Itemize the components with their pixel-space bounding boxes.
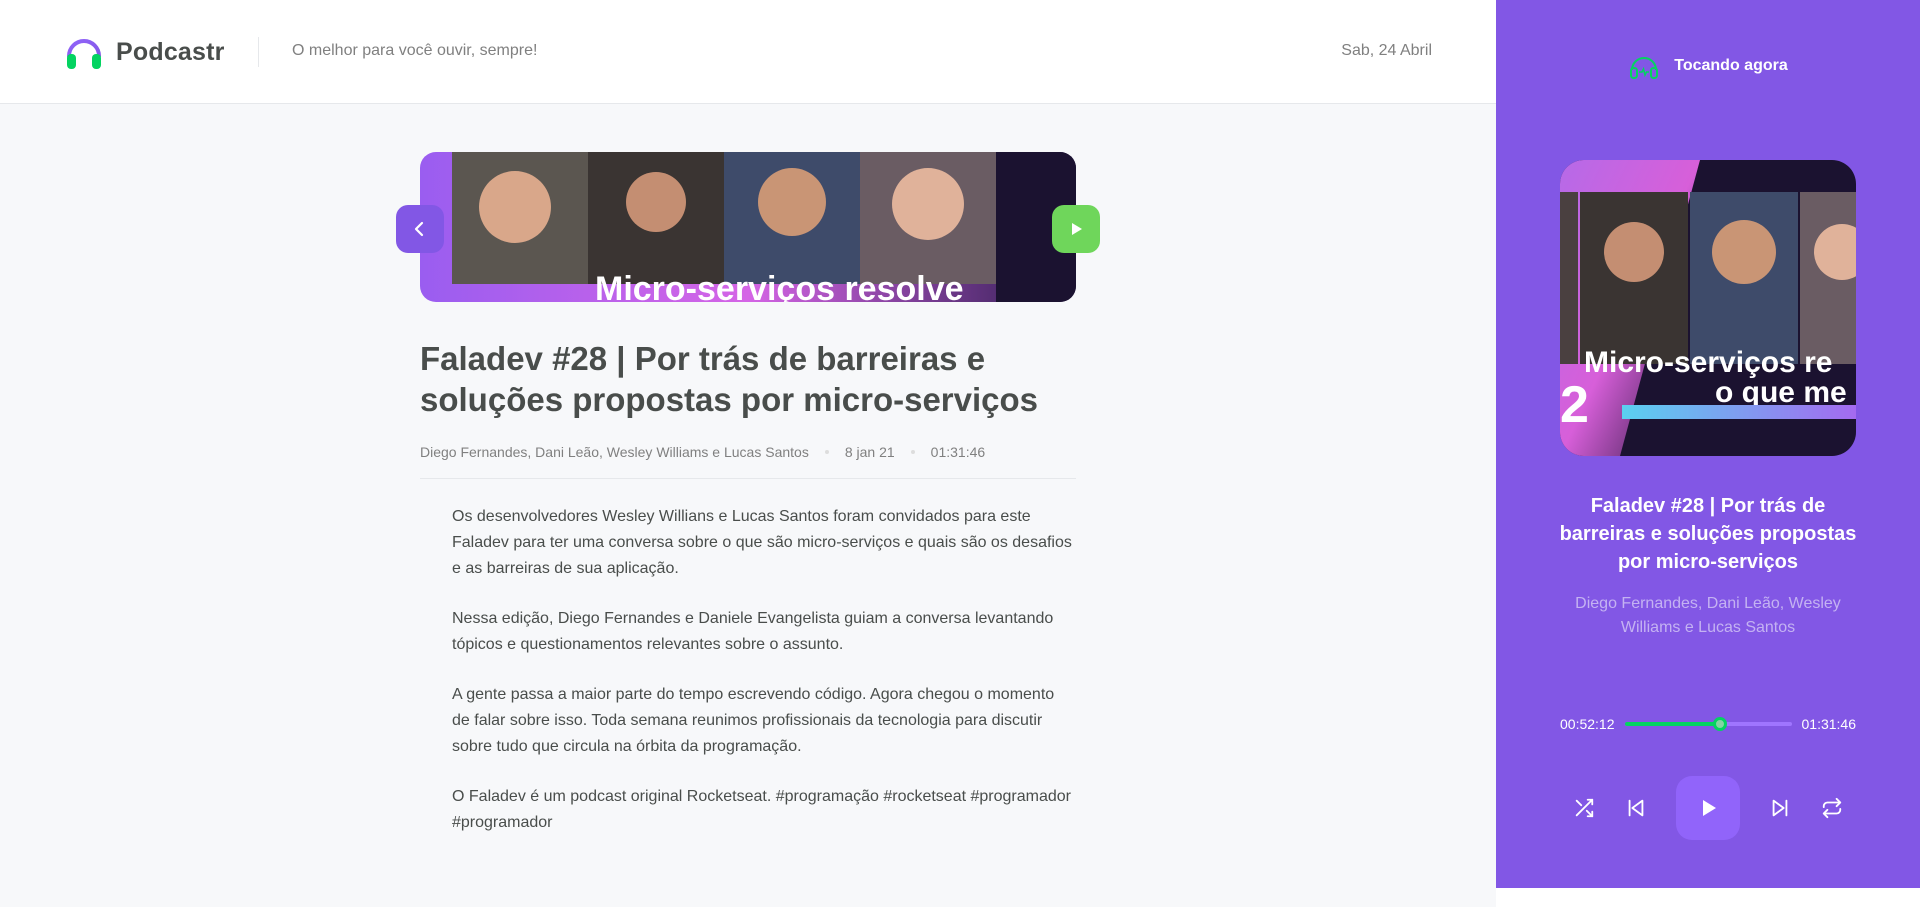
progress-fill bbox=[1624, 722, 1720, 726]
app-header: Podcastr O melhor para você ouvir, sempr… bbox=[0, 0, 1496, 104]
back-button[interactable] bbox=[396, 205, 444, 253]
skip-back-icon bbox=[1628, 799, 1644, 817]
episode-meta: Diego Fernandes, Dani Leão, Wesley Willi… bbox=[420, 444, 985, 460]
headphones-pulse-icon bbox=[1630, 57, 1659, 79]
next-button[interactable] bbox=[1768, 796, 1792, 820]
player-episode-members: Diego Fernandes, Dani Leão, Wesley Willi… bbox=[1575, 595, 1841, 636]
divider bbox=[420, 478, 1076, 479]
meta-separator bbox=[910, 450, 915, 454]
player-panel: Tocando agora Micro-serviços re o que me bbox=[1496, 0, 1920, 888]
player-cover: Micro-serviços re o que me 2 bbox=[1560, 160, 1856, 456]
shuffle-icon bbox=[1575, 798, 1594, 818]
episode-description: Os desenvolvedores Wesley Willians e Luc… bbox=[452, 504, 1076, 860]
app-name: Podcastr bbox=[116, 37, 225, 66]
episode-members: Diego Fernandes, Dani Leão, Wesley Willi… bbox=[420, 444, 809, 460]
headphones-icon bbox=[67, 39, 101, 69]
repeat-icon bbox=[1822, 797, 1842, 819]
progress-slider[interactable] bbox=[1624, 717, 1792, 731]
current-date: Sab, 24 Abril bbox=[1341, 42, 1432, 59]
now-playing-header: Tocando agora bbox=[1496, 50, 1920, 82]
cover-caption-line1: Micro-serviços re bbox=[1584, 346, 1832, 379]
repeat-button[interactable] bbox=[1820, 796, 1844, 820]
play-episode-button[interactable] bbox=[1052, 205, 1100, 253]
player-episode-title: Faladev #28 | Por trás de barreiras e so… bbox=[1559, 495, 1857, 573]
chevron-left-icon bbox=[414, 221, 424, 237]
play-icon bbox=[1703, 800, 1716, 816]
main-content: Podcastr O melhor para você ouvir, sempr… bbox=[0, 0, 1496, 907]
player-controls bbox=[1560, 776, 1856, 840]
play-pause-button[interactable] bbox=[1676, 776, 1740, 840]
description-paragraph: Os desenvolvedores Wesley Willians e Luc… bbox=[452, 508, 1072, 577]
now-playing-label: Tocando agora bbox=[1674, 57, 1788, 74]
description-paragraph: Nessa edição, Diego Fernandes e Daniele … bbox=[452, 610, 1054, 653]
cover-caption-line2: o que me bbox=[1715, 376, 1847, 409]
description-paragraph: A gente passa a maior parte do tempo esc… bbox=[452, 686, 1055, 755]
progress-handle[interactable] bbox=[1712, 717, 1727, 731]
episode-duration: 01:31:46 bbox=[930, 444, 986, 460]
header-divider bbox=[258, 37, 259, 67]
previous-button[interactable] bbox=[1624, 796, 1648, 820]
episode-date: 8 jan 21 bbox=[844, 444, 895, 460]
cover-number: 2 bbox=[1560, 376, 1589, 434]
play-icon bbox=[1072, 223, 1082, 235]
shuffle-button[interactable] bbox=[1572, 796, 1596, 820]
meta-separator bbox=[824, 450, 829, 454]
total-time: 01:31:46 bbox=[1801, 716, 1857, 732]
tagline: O melhor para você ouvir, sempre! bbox=[292, 42, 538, 59]
episode-title: Faladev #28 | Por trás de barreiras e so… bbox=[420, 340, 1039, 418]
thumbnail-caption: Micro-serviços resolve bbox=[595, 270, 964, 302]
description-paragraph: O Faladev é um podcast original Rocketse… bbox=[452, 788, 1071, 831]
current-time: 00:52:12 bbox=[1560, 716, 1615, 732]
skip-forward-icon bbox=[1772, 799, 1788, 817]
progress-bar: 00:52:12 01:31:46 bbox=[1560, 716, 1856, 732]
logo[interactable]: Podcastr bbox=[64, 32, 225, 72]
episode-thumbnail: Micro-serviços resolve bbox=[420, 152, 1076, 302]
